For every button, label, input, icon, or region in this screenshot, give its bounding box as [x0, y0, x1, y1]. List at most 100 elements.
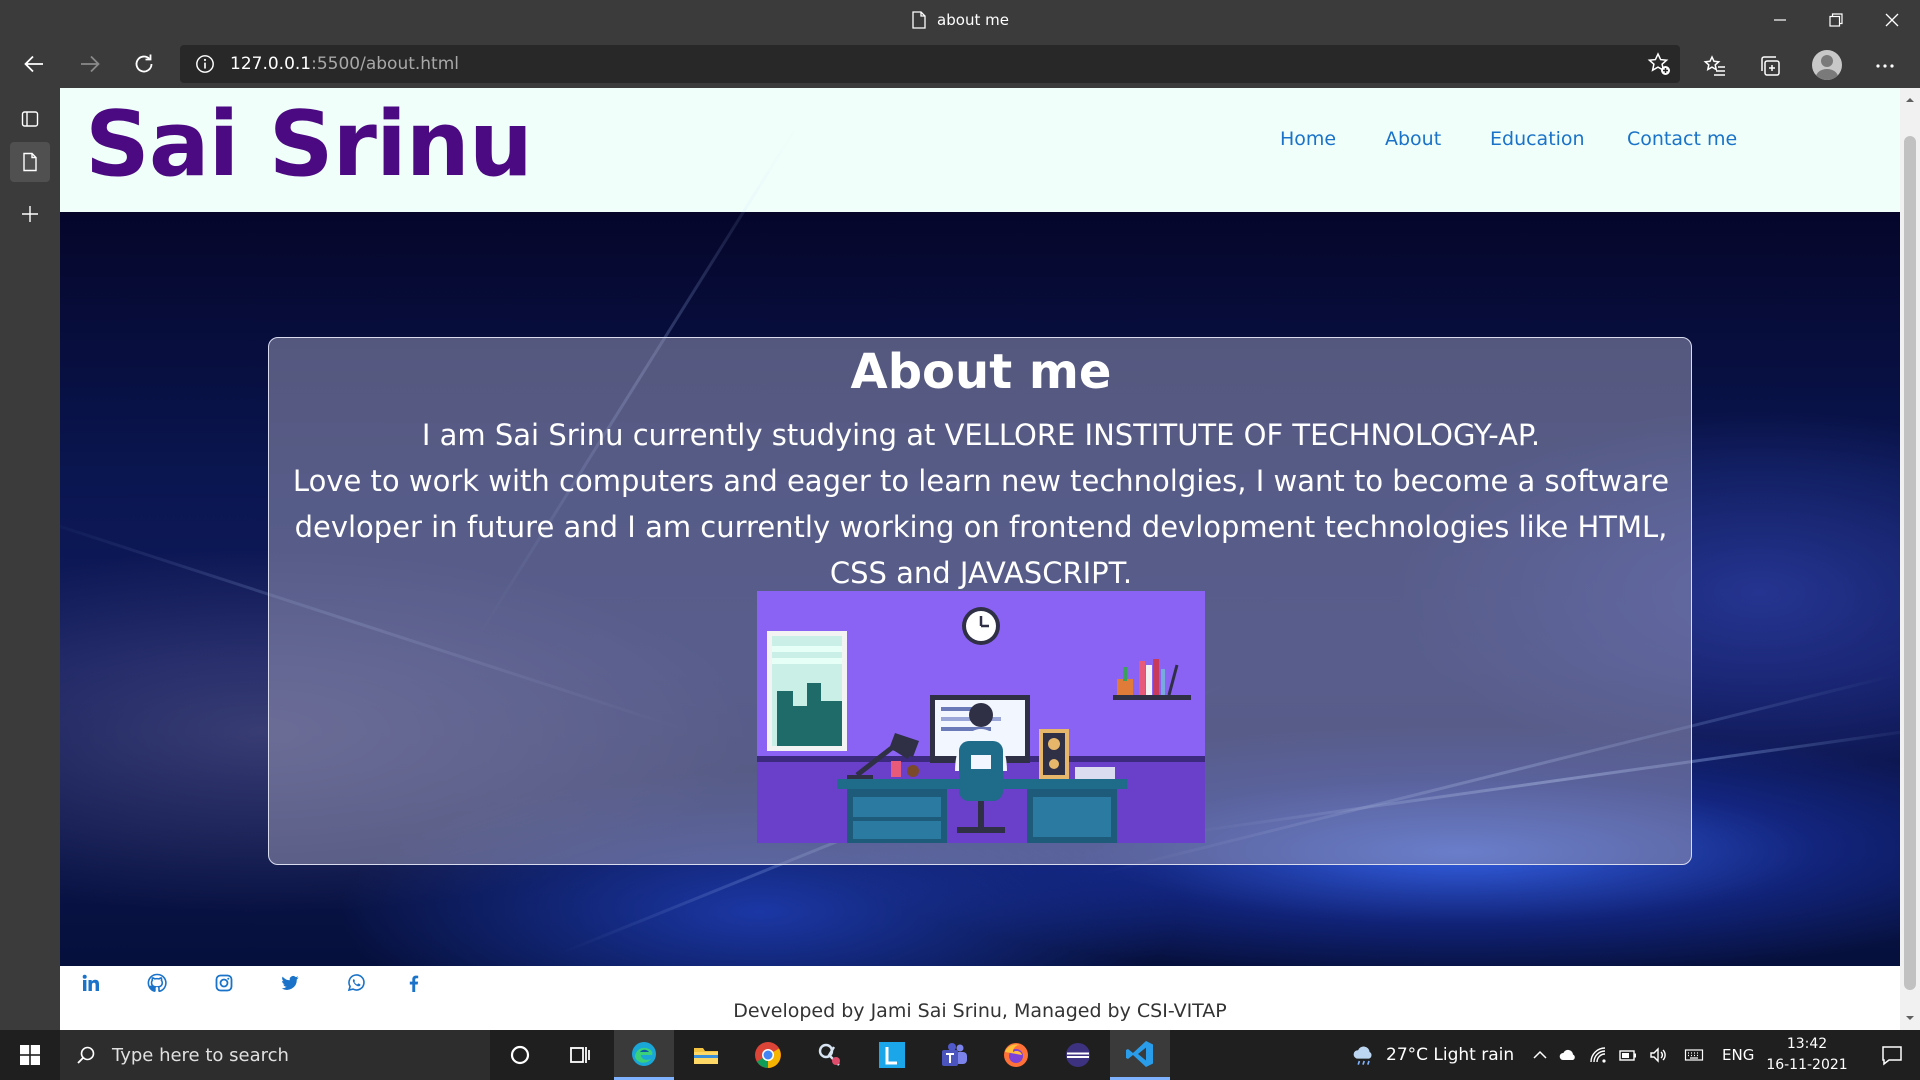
- add-favorite-icon[interactable]: [1646, 51, 1672, 77]
- notification-icon: [1882, 1046, 1902, 1066]
- close-icon: [1885, 13, 1899, 27]
- task-view-button[interactable]: [550, 1030, 610, 1080]
- taskbar-search[interactable]: Type here to search: [60, 1030, 490, 1080]
- url-path: :5500/about.html: [311, 54, 460, 74]
- weather-widget[interactable]: 27°C Light rain: [1350, 1030, 1514, 1080]
- whatsapp-icon: [347, 974, 365, 992]
- taskbar-app-snip[interactable]: [800, 1030, 860, 1080]
- folder-icon: [694, 1048, 718, 1064]
- taskbar-app-file-explorer[interactable]: [676, 1030, 736, 1080]
- site-footer: Developed by Jami Sai Srinu, Managed by …: [60, 966, 1900, 1030]
- onedrive-cloud-icon[interactable]: [1558, 1045, 1578, 1065]
- snipping-tool-icon: [818, 1043, 840, 1066]
- weather-text: 27°C Light rain: [1386, 1045, 1515, 1065]
- wifi-icon[interactable]: [1588, 1045, 1608, 1065]
- footer-credits: Developed by Jami Sai Srinu, Managed by …: [733, 1000, 1227, 1022]
- page-scrollbar[interactable]: [1900, 88, 1920, 1030]
- whatsapp-link[interactable]: [344, 971, 368, 995]
- url-text[interactable]: 127.0.0.1:5500/about.html: [230, 54, 459, 74]
- vscode-icon: [1126, 1040, 1153, 1067]
- system-tray-icons: ENG: [1530, 1030, 1754, 1080]
- volume-icon[interactable]: [1648, 1045, 1668, 1065]
- chrome-icon: [755, 1042, 781, 1068]
- twitter-icon: [281, 975, 299, 990]
- scroll-down-arrow-icon[interactable]: [1904, 1012, 1916, 1024]
- l-app-icon: [879, 1042, 905, 1068]
- about-line-1: I am Sai Srinu currently studying at VEL…: [421, 418, 1541, 452]
- minimize-icon: [1774, 19, 1786, 21]
- minimize-button[interactable]: [1752, 0, 1808, 40]
- about-text: I am Sai Srinu currently studying at VEL…: [289, 412, 1673, 596]
- collections-button[interactable]: [1756, 52, 1784, 80]
- info-icon: [196, 55, 214, 73]
- vertical-tab-strip: [0, 88, 60, 1030]
- about-title: About me: [850, 344, 1112, 400]
- taskbar-app-chrome[interactable]: [738, 1030, 798, 1080]
- taskbar-app-l[interactable]: [862, 1030, 922, 1080]
- tab-title-text: about me: [937, 11, 1009, 29]
- github-icon: [147, 973, 167, 993]
- start-button[interactable]: [0, 1030, 60, 1080]
- search-icon: [77, 1046, 95, 1064]
- nav-link-home[interactable]: Home: [1280, 128, 1336, 150]
- notification-button[interactable]: [1864, 1030, 1920, 1080]
- teams-icon: [942, 1043, 967, 1066]
- plus-icon: [22, 206, 38, 222]
- new-tab-button[interactable]: [10, 194, 50, 234]
- taskbar-app-firefox[interactable]: [986, 1030, 1046, 1080]
- close-button[interactable]: [1864, 0, 1920, 40]
- task-view-icon: [570, 1047, 590, 1063]
- vertical-tab-about-me[interactable]: [10, 142, 50, 182]
- social-links: [60, 966, 1900, 1000]
- cortana-icon: [510, 1045, 530, 1065]
- firefox-icon: [1004, 1043, 1028, 1067]
- refresh-button[interactable]: [126, 48, 162, 80]
- windows-taskbar: Type here to search 27°C Light rain ENG …: [0, 1030, 1920, 1080]
- cortana-button[interactable]: [490, 1030, 550, 1080]
- nav-link-contact[interactable]: Contact me: [1627, 128, 1737, 150]
- nav-link-about[interactable]: About: [1385, 128, 1441, 150]
- scroll-up-arrow-icon[interactable]: [1904, 94, 1916, 106]
- about-line-2: Love to work with computers and eager to…: [292, 464, 1670, 590]
- github-link[interactable]: [145, 971, 169, 995]
- site-header: Sai Srinu Home About Education Contact m…: [60, 88, 1900, 212]
- instagram-link[interactable]: [212, 971, 236, 995]
- battery-icon[interactable]: [1618, 1045, 1638, 1065]
- taskbar-app-teams[interactable]: [924, 1030, 984, 1080]
- favorites-button[interactable]: [1701, 52, 1729, 80]
- more-options-icon: [1876, 64, 1894, 68]
- facebook-link[interactable]: [402, 971, 426, 995]
- favorites-list-icon: [1703, 55, 1725, 76]
- site-info-button[interactable]: [194, 53, 216, 75]
- developer-desk-illustration: [757, 591, 1205, 843]
- search-placeholder: Type here to search: [112, 1044, 289, 1066]
- restore-icon: [1829, 13, 1843, 27]
- restore-button[interactable]: [1808, 0, 1864, 40]
- url-host: 127.0.0.1: [230, 54, 312, 74]
- windows-logo-icon: [20, 1045, 40, 1065]
- chevron-up-icon[interactable]: [1530, 1045, 1550, 1065]
- linkedin-icon: [82, 974, 99, 991]
- browser-title-bar: about me: [0, 0, 1920, 40]
- browser-toolbar: 127.0.0.1:5500/about.html: [0, 40, 1920, 88]
- linkedin-link[interactable]: [79, 971, 103, 995]
- tab-title[interactable]: about me: [0, 0, 1920, 40]
- taskbar-clock[interactable]: 13:42 16-11-2021: [1760, 1034, 1854, 1076]
- clock-date: 16-11-2021: [1766, 1057, 1848, 1073]
- language-indicator[interactable]: ENG: [1722, 1046, 1754, 1064]
- taskbar-app-vscode[interactable]: [1110, 1030, 1170, 1080]
- profile-avatar[interactable]: [1812, 50, 1842, 80]
- taskbar-app-eclipse[interactable]: [1048, 1030, 1108, 1080]
- settings-menu-button[interactable]: [1871, 52, 1899, 80]
- twitter-link[interactable]: [278, 971, 302, 995]
- clock-time: 13:42: [1786, 1036, 1828, 1052]
- forward-button[interactable]: [72, 48, 108, 80]
- address-bar[interactable]: 127.0.0.1:5500/about.html: [180, 45, 1680, 83]
- nav-link-education[interactable]: Education: [1490, 128, 1585, 150]
- taskbar-app-edge[interactable]: [614, 1030, 674, 1080]
- edge-icon: [632, 1041, 656, 1066]
- back-button[interactable]: [16, 48, 52, 80]
- tab-actions-button[interactable]: [10, 99, 50, 139]
- scrollbar-thumb[interactable]: [1904, 136, 1916, 990]
- keyboard-icon[interactable]: [1680, 1045, 1708, 1065]
